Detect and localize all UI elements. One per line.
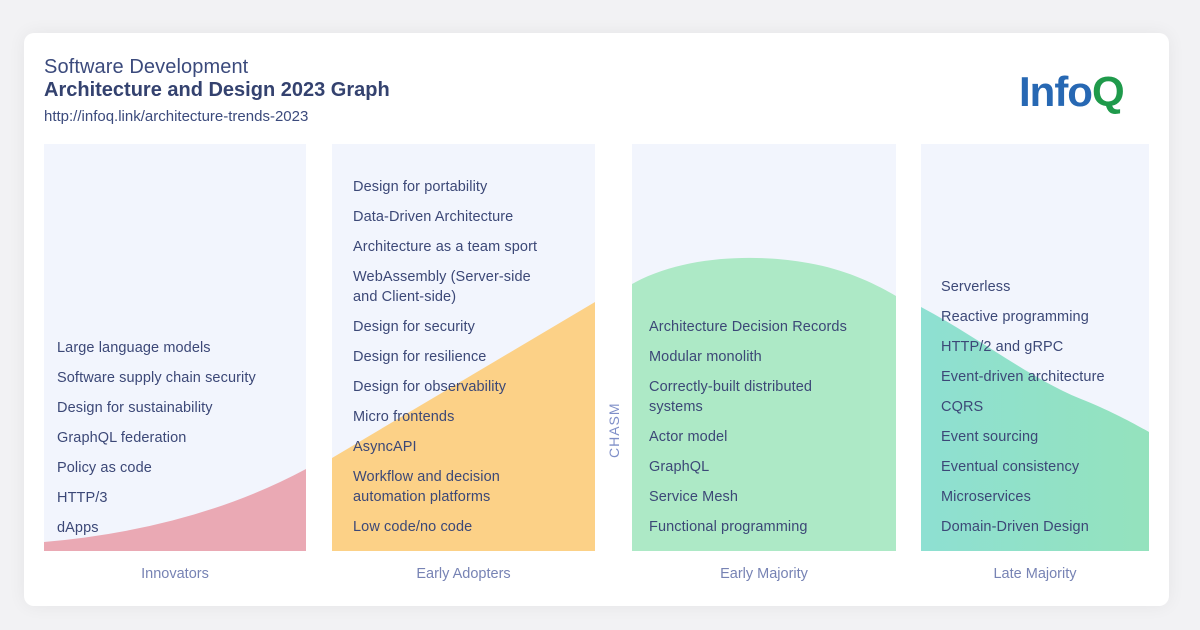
innovators-list: Large language models Software supply ch… [57,338,306,548]
list-item: Design for resilience [353,349,487,365]
list-item: Correctly-built distributed systems [649,379,813,415]
chasm-label: CHASM [606,402,622,458]
list-item: Data-Driven Architecture [353,209,514,225]
stage-label-innovators: Innovators [141,566,209,582]
list-item: Reactive programming [941,309,1089,325]
list-item: GraphQL [649,459,710,475]
list-item: Policy as code [57,460,152,476]
list-item: Design for portability [353,179,488,195]
logo-info-text: Info [1019,68,1093,115]
early-adopters-list: Design for portability Data-Driven Archi… [353,177,595,547]
list-item: Low code/no code [353,519,473,535]
page-title: Architecture and Design 2023 Graph [44,79,390,101]
header-subtitle: Software Development [44,56,249,78]
list-item: Event-driven architecture [941,369,1105,385]
list-item: Event sourcing [941,429,1039,445]
list-item: Software supply chain security [57,370,256,386]
list-item: Modular monolith [649,349,762,365]
list-item: Serverless [941,279,1011,295]
list-item: Domain-Driven Design [941,519,1089,535]
list-item: HTTP/3 [57,490,108,506]
list-item: Architecture Decision Records [649,319,847,335]
list-item: Workflow and decision automation platfor… [353,469,500,505]
list-item: Microservices [941,489,1031,505]
late-majority-list: Serverless Reactive programming HTTP/2 a… [941,277,1149,547]
early-majority-list: Architecture Decision Records Modular mo… [649,317,896,547]
list-item: HTTP/2 and gRPC [941,339,1064,355]
list-item: Design for sustainability [57,400,213,416]
column-early-adopters: Design for portability Data-Driven Archi… [332,144,595,551]
list-item: Actor model [649,429,728,445]
list-item: Design for observability [353,379,507,395]
source-link[interactable]: http://infoq.link/architecture-trends-20… [44,108,308,125]
list-item: dApps [57,520,99,536]
list-item: Architecture as a team sport [353,239,538,255]
column-innovators: Large language models Software supply ch… [44,144,306,551]
stage-label-early-majority: Early Majority [720,566,808,582]
list-item: Eventual consistency [941,459,1080,475]
list-item: Large language models [57,340,211,356]
stage-label-early-adopters: Early Adopters [416,566,511,582]
column-late-majority: Serverless Reactive programming HTTP/2 a… [921,144,1149,551]
list-item: CQRS [941,399,984,415]
list-item: Functional programming [649,519,808,535]
infoq-logo[interactable]: InfoQ [1019,67,1125,117]
list-item: Design for security [353,319,475,335]
column-early-majority: Architecture Decision Records Modular mo… [632,144,896,551]
logo-q-text: Q [1091,68,1125,115]
list-item: AsyncAPI [353,439,417,455]
list-item: WebAssembly (Server-side and Client-side… [353,269,531,305]
list-item: GraphQL federation [57,430,187,446]
stage-label-late-majority: Late Majority [993,566,1077,582]
list-item: Service Mesh [649,489,739,505]
list-item: Micro frontends [353,409,455,425]
